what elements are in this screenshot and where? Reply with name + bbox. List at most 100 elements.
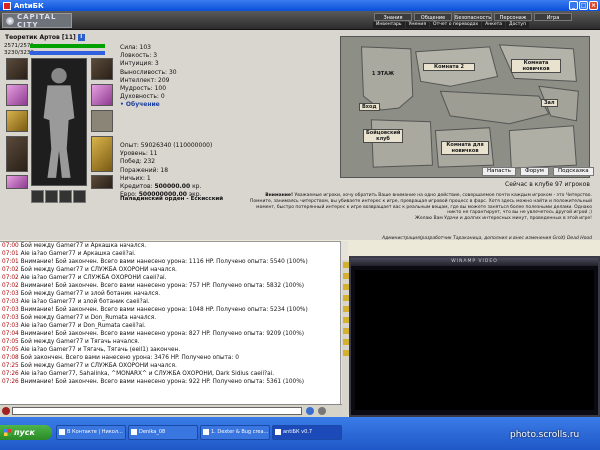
log-line: 07:03 Внимание! Бой закончен. Всего вами…	[0, 306, 348, 314]
legs-slot[interactable]	[91, 136, 113, 172]
losses: Поражений: 18	[120, 166, 169, 174]
shield-slot[interactable]	[91, 110, 113, 132]
log-line: 07:08 Бой закончен. Всего вами нанесено …	[0, 354, 348, 362]
belt-slot[interactable]	[6, 175, 28, 189]
stat-strength: Сила: 103	[120, 44, 151, 51]
log-time: 07:01	[2, 251, 19, 257]
menu-security[interactable]: Безопасность	[454, 13, 492, 21]
app-icon	[275, 429, 281, 435]
log-text: Внимание! Бой закончен. Всего вами нанес…	[20, 259, 308, 265]
minimize-button[interactable]: _	[569, 1, 578, 10]
submenu-skills[interactable]: Умения	[405, 22, 430, 28]
character-silhouette-icon	[43, 68, 75, 178]
gloves-slot[interactable]	[91, 84, 113, 106]
log-time: 07:02	[2, 275, 19, 281]
experience: Опыт: 59026340 (110000000)	[120, 142, 213, 149]
attack-button[interactable]: Напасть	[482, 167, 516, 176]
location-map[interactable]: 1 ЭТАЖ Вход Бойцовский клуб Комната 2 Ко…	[340, 36, 590, 178]
media-icon	[203, 429, 209, 435]
menu-knowledge[interactable]: Знания	[374, 13, 412, 21]
weapon-slot[interactable]	[6, 110, 28, 132]
winamp-title[interactable]: WINAMP VIDEO	[351, 258, 598, 266]
stat-endurance: Выносливость: 30	[120, 68, 177, 76]
send-icon[interactable]	[306, 407, 314, 415]
log-time: 07:03	[2, 323, 19, 329]
info-icon[interactable]: i	[77, 34, 85, 41]
character-name[interactable]: Теоретик Артов [11] i	[5, 34, 85, 41]
maximize-button[interactable]: □	[579, 1, 588, 10]
task-vkontakte[interactable]: В Контакте | Никол...	[56, 425, 126, 440]
ring-slot[interactable]	[73, 190, 86, 203]
log-time: 07:25	[2, 363, 19, 369]
ring-slot[interactable]	[59, 190, 72, 203]
map-label-fight-club[interactable]: Бойцовский клуб	[363, 129, 403, 143]
hp-bar	[30, 44, 105, 48]
earring-slot[interactable]	[91, 58, 113, 80]
map-label-newbies[interactable]: Комната для новичков	[441, 141, 489, 155]
mp-bar-fill	[30, 51, 105, 55]
ring-slot[interactable]	[45, 190, 58, 203]
video-area[interactable]	[355, 270, 594, 410]
chat-input[interactable]	[12, 407, 302, 415]
chat-input-bar	[0, 404, 348, 417]
submenu-profile[interactable]: Анкета	[482, 22, 506, 28]
map-label-newbie-room[interactable]: Комната новичков	[511, 59, 561, 73]
map-label-entrance[interactable]: Вход	[359, 103, 380, 111]
mp-bar	[30, 51, 105, 55]
stat-wisdom: Мудрость: 100	[120, 85, 167, 93]
start-button[interactable]: пуск	[0, 425, 52, 440]
map-label-room2[interactable]: Комната 2	[423, 63, 475, 71]
character-figure[interactable]	[31, 58, 87, 186]
log-line: 07:26 Aie іа?ао Gamer77, Sahalinka, ^MON…	[0, 370, 348, 378]
character-progress: Опыт: 59026340 (110000000) Уровень: 11 П…	[120, 142, 212, 199]
log-text: Aie іа?ао Gamer77 и СЛУЖБА ОХОРОНИ caeii…	[20, 275, 167, 281]
stat-intellect: Интеллект: 209	[120, 76, 170, 84]
log-line: 07:03 Aie іа?ао Gamer77 и злой ботаник c…	[0, 298, 348, 306]
smiley-icon[interactable]	[2, 407, 10, 415]
stat-intuition: Интуиция: 3	[120, 60, 159, 68]
learn-link[interactable]: • Обучение	[120, 101, 177, 109]
forum-button[interactable]: Форум	[519, 167, 549, 176]
log-time: 07:03	[2, 307, 19, 313]
log-text: Aie іа?ао Gamer77, Sahalinka, ^MONARX^ и…	[20, 371, 275, 377]
boots-slot[interactable]	[91, 175, 113, 189]
map-label-hall[interactable]: Зал	[541, 99, 558, 107]
folder-icon	[131, 429, 137, 435]
log-text: Aie іа?ао Gamer77 и Don_Rumata caeii?ai.	[20, 323, 146, 329]
draws: Ничьих: 1	[120, 174, 151, 182]
close-button[interactable]: ×	[589, 1, 598, 10]
task-list: В Контакте | Никол... Denika_08 1. Dexte…	[56, 425, 342, 440]
log-time: 07:05	[2, 347, 19, 353]
task-denika[interactable]: Denika_08	[128, 425, 198, 440]
log-line: 07:02 Внимание! Бой закончен. Всего вами…	[0, 282, 348, 290]
submenu-transfers[interactable]: Отчет о переводах	[430, 22, 482, 28]
helmet-slot[interactable]	[6, 58, 28, 80]
log-line: 07:26 Внимание! Бой закончен. Всего вами…	[0, 378, 348, 386]
task-dexter[interactable]: 1. Dexter & Bug crea...	[200, 425, 270, 440]
winamp-video-window[interactable]: WINAMP VIDEO	[349, 256, 600, 417]
ring-slot[interactable]	[31, 190, 44, 203]
menu-game[interactable]: Игра	[534, 13, 572, 21]
task-antibk[interactable]: antiБК v0.7	[272, 425, 342, 440]
clan-name[interactable]: Паладинский орден - Ескисский	[120, 196, 223, 202]
map-label-floor[interactable]: 1 ЭТАЖ	[363, 71, 403, 77]
menu-character[interactable]: Персонаж	[494, 13, 532, 21]
hint-button[interactable]: Подсказка	[552, 167, 594, 176]
clear-icon[interactable]	[318, 407, 326, 415]
credits: Кредитов: 500000.00 кр.	[120, 183, 202, 191]
log-time: 07:05	[2, 339, 19, 345]
submenu-inventory[interactable]: Инвентарь	[373, 22, 405, 28]
log-time: 07:08	[2, 355, 19, 361]
menu-chat[interactable]: Общение	[414, 13, 452, 21]
log-time: 07:04	[2, 331, 19, 337]
log-time: 07:03	[2, 315, 19, 321]
submenu-access[interactable]: Доступ	[506, 22, 530, 28]
log-time: 07:02	[2, 283, 19, 289]
log-text: Внимание! Бой закончен. Всего вами нанес…	[20, 331, 305, 337]
globe-icon	[6, 17, 14, 25]
armor-slot[interactable]	[6, 136, 28, 172]
amulet-slot[interactable]	[6, 84, 28, 106]
window-title-bar: AntиБК _ □ ×	[0, 0, 600, 11]
log-line: 07:03 Aie іа?ао Gamer77 и Don_Rumata cae…	[0, 322, 348, 330]
log-time: 07:01	[2, 259, 19, 265]
